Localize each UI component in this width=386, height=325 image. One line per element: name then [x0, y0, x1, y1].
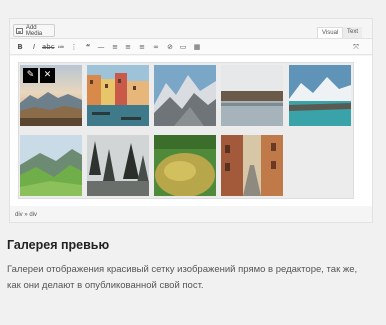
editor-content[interactable]: ✎ ✕: [10, 56, 372, 206]
bold-icon[interactable]: B: [15, 42, 25, 52]
edit-gallery-button[interactable]: ✎: [23, 68, 38, 83]
bullet-list-icon[interactable]: ≔: [56, 42, 66, 52]
gallery-image-snowy-mountains[interactable]: [154, 65, 216, 126]
media-icon: [16, 27, 23, 34]
toolbar-toggle-icon[interactable]: ▦: [192, 42, 202, 52]
add-media-label: Add Media: [25, 24, 43, 37]
editor-toolbar: B I abc ≔ ⋮ “ — ≡ ≡ ≡ ∞ ⊘ ▭ ▦ ⤧: [10, 38, 372, 55]
blockquote-icon[interactable]: “: [83, 42, 93, 52]
editor-panel: Add Media Visual Text B I abc ≔ ⋮ “ — ≡ …: [9, 18, 373, 223]
gallery-image-lake-reeds[interactable]: [221, 65, 283, 126]
gallery-image-mossy-rock[interactable]: [154, 135, 216, 196]
horizontal-rule-icon[interactable]: —: [96, 42, 106, 52]
align-center-icon[interactable]: ≡: [123, 42, 133, 52]
link-icon[interactable]: ∞: [151, 42, 161, 52]
numbered-list-icon[interactable]: ⋮: [69, 42, 79, 52]
feature-description: Галереи отображения красивый сетку изобр…: [7, 264, 358, 291]
remove-gallery-button[interactable]: ✕: [40, 68, 55, 83]
unlink-icon[interactable]: ⊘: [165, 42, 175, 52]
gallery-image-venice-canal[interactable]: [87, 65, 149, 126]
italic-icon[interactable]: I: [29, 42, 39, 52]
gallery-image-misty-pines[interactable]: [87, 135, 149, 196]
element-path: div » div: [15, 212, 38, 218]
fullscreen-icon[interactable]: ⤧: [351, 42, 361, 52]
feature-title: Галерея превью: [7, 238, 110, 252]
strikethrough-icon[interactable]: abc: [42, 42, 55, 52]
gallery-image-narrow-street[interactable]: [221, 135, 283, 196]
gallery-image-glacier-lake[interactable]: [289, 65, 351, 126]
read-more-icon[interactable]: ▭: [178, 42, 188, 52]
align-left-icon[interactable]: ≡: [110, 42, 120, 52]
gallery-preview[interactable]: ✎ ✕: [18, 62, 354, 199]
tab-text[interactable]: Text: [343, 27, 363, 38]
align-right-icon[interactable]: ≡: [137, 42, 147, 52]
gallery-image-sunset-mountains[interactable]: ✎ ✕: [20, 65, 82, 126]
tab-visual[interactable]: Visual: [317, 27, 344, 38]
gallery-image-green-valley[interactable]: [20, 135, 82, 196]
add-media-button[interactable]: Add Media: [13, 24, 55, 37]
